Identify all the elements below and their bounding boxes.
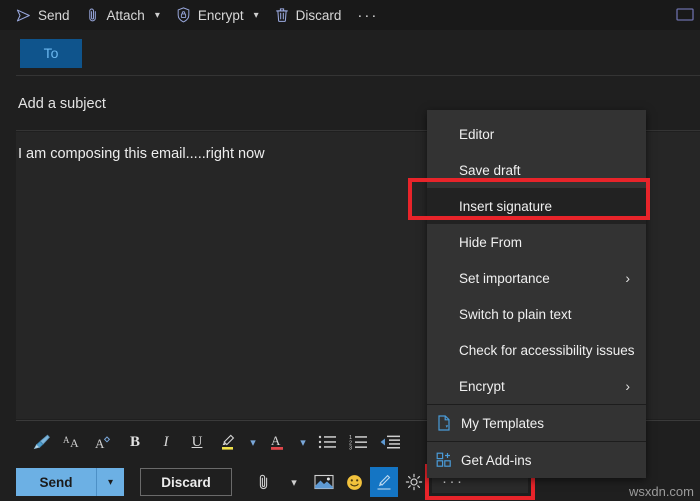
menu-item-check-accessibility[interactable]: Check for accessibility issues <box>427 332 646 368</box>
svg-text:3: 3 <box>349 445 352 450</box>
document-template-icon <box>435 414 453 432</box>
menu-item-label: Switch to plain text <box>459 306 572 322</box>
chevron-right-icon: › <box>625 270 630 286</box>
watermark: wsxdn.com <box>628 484 694 499</box>
top-command-bar: Send Attach ▾ Encrypt ▾ Discard ··· <box>0 0 700 30</box>
to-field-label: To <box>43 45 59 61</box>
discard-button[interactable]: Discard <box>140 468 232 496</box>
font-color-icon[interactable]: A <box>264 427 292 457</box>
command-encrypt-label: Encrypt <box>197 7 244 23</box>
command-encrypt[interactable]: Encrypt ▾ <box>168 0 267 30</box>
menu-item-label: Check for accessibility issues <box>459 342 635 358</box>
decrease-font-size-icon[interactable]: AA <box>59 427 87 457</box>
insert-picture-icon[interactable] <box>310 467 338 497</box>
menu-item-label: Get Add-ins <box>461 452 532 468</box>
format-painter-icon[interactable] <box>28 427 56 457</box>
subject-input[interactable]: Add a subject <box>18 96 106 112</box>
svg-text:A: A <box>70 436 79 450</box>
menu-item-save-draft[interactable]: Save draft <box>427 152 646 188</box>
numbered-list-icon[interactable]: 123 <box>345 427 373 457</box>
menu-item-encrypt[interactable]: Encrypt › <box>427 368 646 404</box>
paperclip-icon <box>86 7 100 23</box>
highlight-color-icon[interactable] <box>214 427 242 457</box>
send-button[interactable]: Send <box>16 468 96 496</box>
chevron-down-icon[interactable]: ▾ <box>155 10 160 21</box>
more-options-context-menu: Editor Save draft Insert signature Hide … <box>427 110 646 478</box>
loop-components-icon[interactable] <box>400 467 428 497</box>
popout-window-button[interactable] <box>676 4 700 24</box>
command-attach[interactable]: Attach ▾ <box>78 0 168 30</box>
command-send-label: Send <box>38 7 70 23</box>
signature-icon[interactable] <box>370 467 398 497</box>
svg-text:A: A <box>63 435 70 445</box>
popout-window-icon <box>676 6 700 22</box>
emoji-icon[interactable] <box>340 467 368 497</box>
chevron-down-icon: ▾ <box>107 476 114 488</box>
menu-item-label: My Templates <box>461 415 545 431</box>
underline-icon[interactable]: U <box>183 427 211 457</box>
add-ins-grid-icon <box>435 451 453 469</box>
svg-text:A: A <box>95 436 105 451</box>
command-overflow-label: ··· <box>357 6 379 24</box>
send-arrow-icon <box>16 8 31 23</box>
highlight-color-caret-icon[interactable]: ▾ <box>245 427 261 457</box>
bold-icon[interactable]: B <box>121 427 149 457</box>
attach-dropdown-caret-icon[interactable]: ▾ <box>280 467 308 497</box>
command-discard[interactable]: Discard <box>267 0 350 30</box>
command-send[interactable]: Send <box>8 0 78 30</box>
menu-item-label: Encrypt <box>459 378 505 394</box>
menu-item-insert-signature[interactable]: Insert signature <box>427 188 646 224</box>
menu-item-hide-from[interactable]: Hide From <box>427 224 646 260</box>
svg-text:A: A <box>271 433 281 448</box>
menu-item-editor[interactable]: Editor <box>427 116 646 152</box>
discard-button-label: Discard <box>161 474 211 490</box>
bulleted-list-icon[interactable] <box>314 427 342 457</box>
menu-item-label: Editor <box>459 126 495 142</box>
to-field-button[interactable]: To <box>20 38 82 68</box>
menu-item-label: Set importance <box>459 270 550 286</box>
menu-item-set-importance[interactable]: Set importance › <box>427 260 646 296</box>
chevron-right-icon: › <box>625 378 630 394</box>
menu-item-label: Insert signature <box>459 198 553 214</box>
increase-font-size-icon[interactable]: A <box>90 427 118 457</box>
command-discard-label: Discard <box>295 7 342 23</box>
command-attach-label: Attach <box>106 7 145 23</box>
menu-item-my-templates[interactable]: My Templates <box>427 405 646 441</box>
font-color-caret-icon[interactable]: ▾ <box>295 427 311 457</box>
menu-item-label: Save draft <box>459 162 521 178</box>
shield-lock-icon <box>176 7 191 23</box>
italic-icon[interactable]: I <box>152 427 180 457</box>
chevron-down-icon[interactable]: ▾ <box>254 10 259 21</box>
menu-item-label: Hide From <box>459 234 523 250</box>
recipients-row[interactable]: To <box>16 31 700 76</box>
outlook-compose-window: Send Attach ▾ Encrypt ▾ Discard ··· To A… <box>0 0 700 501</box>
command-overflow-more[interactable]: ··· <box>349 0 386 30</box>
menu-item-get-add-ins[interactable]: Get Add-ins <box>427 442 646 478</box>
send-options-button[interactable]: ▾ <box>96 468 124 496</box>
send-button-label: Send <box>39 474 73 490</box>
trash-icon <box>275 7 289 23</box>
menu-item-switch-to-plain-text[interactable]: Switch to plain text <box>427 296 646 332</box>
decrease-indent-icon[interactable] <box>376 427 404 457</box>
attach-file-icon[interactable] <box>250 467 278 497</box>
